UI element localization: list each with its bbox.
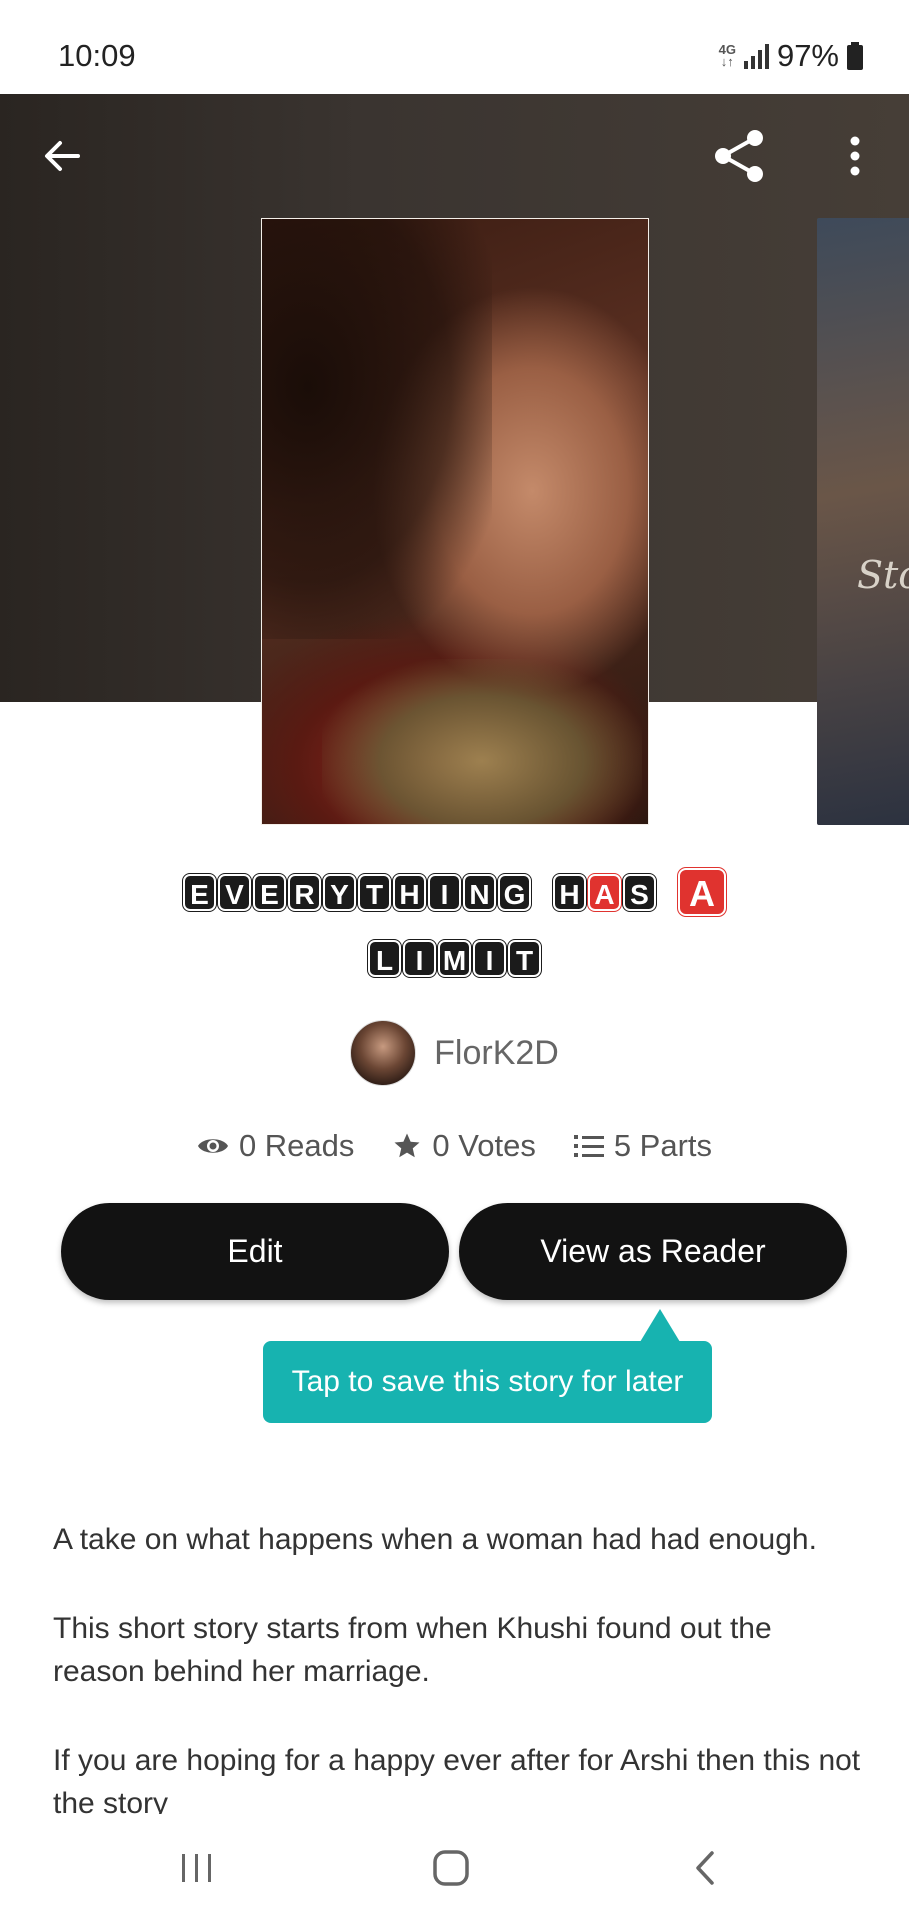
tooltip-arrow: [640, 1309, 680, 1342]
title-letter: H: [553, 874, 586, 911]
recent-apps-icon: [182, 1854, 211, 1882]
title-word-everything: EVERYTHING: [182, 874, 532, 916]
signal-icon: [743, 43, 769, 69]
cover-jewelry: [322, 659, 642, 824]
status-bar: 10:09 4G ↓↑ 97%: [0, 0, 909, 94]
view-as-reader-button[interactable]: View as Reader: [459, 1203, 847, 1300]
home-icon: [433, 1850, 469, 1886]
story-stats: 0 Reads 0 Votes 5 Parts: [0, 1128, 909, 1164]
reads-count: 0 Reads: [238, 1128, 355, 1163]
share-icon: [715, 130, 763, 182]
title-letter: S: [623, 874, 656, 911]
data-arrows-icon: ↓↑: [720, 54, 734, 69]
title-letter: R: [288, 874, 321, 911]
title-letter: N: [463, 874, 496, 911]
system-back-button[interactable]: [675, 1844, 735, 1892]
title-letter: G: [498, 874, 531, 911]
system-navigation-bar: [0, 1814, 909, 1920]
back-button[interactable]: [34, 128, 90, 184]
title-letter: I: [473, 940, 506, 977]
title-letter: A: [678, 868, 726, 916]
edit-button-label: Edit: [227, 1233, 283, 1269]
title-letter: Y: [323, 874, 356, 911]
save-story-tooltip[interactable]: Tap to save this story for later: [263, 1341, 712, 1423]
cover-shade: [262, 219, 492, 639]
title-letter: E: [183, 874, 216, 911]
more-vert-icon: [850, 136, 860, 176]
eye-icon: [197, 1139, 228, 1153]
home-button[interactable]: [421, 1844, 481, 1892]
share-button[interactable]: [712, 128, 768, 184]
list-icon: [573, 1135, 604, 1157]
title-letter: T: [508, 940, 541, 977]
network-4g-icon: 4G ↓↑: [719, 43, 736, 69]
star-icon: [394, 1133, 420, 1158]
status-indicators: 4G ↓↑ 97%: [719, 38, 863, 74]
story-title-line1: EVERYTHING HAS A: [0, 868, 909, 916]
author-row[interactable]: FlorK2D: [0, 1020, 909, 1086]
parts-count: 5 Parts: [613, 1128, 713, 1163]
title-word-a: A: [677, 868, 727, 916]
title-letter: M: [438, 940, 471, 977]
story-description: A take on what happens when a woman had …: [53, 1518, 863, 1814]
status-time: 10:09: [58, 38, 136, 73]
story-title-line2: LIMIT: [0, 940, 909, 977]
story-cover-image[interactable]: [261, 218, 649, 825]
title-letter: A: [588, 874, 621, 911]
back-arrow-icon: [45, 141, 80, 171]
title-letter: L: [368, 940, 401, 977]
more-options-button[interactable]: [827, 128, 883, 184]
title-word-has: HAS: [552, 874, 657, 916]
title-letter: E: [253, 874, 286, 911]
chevron-left-icon: [696, 1851, 714, 1885]
votes-stat: 0 Votes: [392, 1128, 536, 1164]
tooltip-text: Tap to save this story for later: [291, 1365, 684, 1398]
title-letter: V: [218, 874, 251, 911]
title-word-limit: LIMIT: [367, 940, 542, 977]
title-letter: I: [403, 940, 436, 977]
view-as-reader-label: View as Reader: [540, 1233, 766, 1269]
description-paragraph-2: This short story starts from when Khushi…: [53, 1612, 772, 1688]
votes-count: 0 Votes: [432, 1128, 536, 1163]
edit-button[interactable]: Edit: [61, 1203, 449, 1300]
title-letter: T: [358, 874, 391, 911]
title-letter: I: [428, 874, 461, 911]
description-paragraph-1: A take on what happens when a woman had …: [53, 1523, 817, 1556]
author-avatar[interactable]: [350, 1020, 417, 1086]
description-paragraph-3: If you are hoping for a happy ever after…: [53, 1744, 861, 1814]
reads-stat: 0 Reads: [197, 1128, 354, 1164]
next-story-cover[interactable]: Sto: [817, 218, 909, 825]
parts-stat: 5 Parts: [573, 1128, 713, 1164]
recent-apps-button[interactable]: [167, 1844, 227, 1892]
title-letter: H: [393, 874, 426, 911]
next-cover-text: Sto: [857, 553, 909, 597]
battery-percent: 97%: [776, 38, 839, 73]
battery-icon: [847, 42, 863, 70]
author-name[interactable]: FlorK2D: [434, 1034, 559, 1073]
